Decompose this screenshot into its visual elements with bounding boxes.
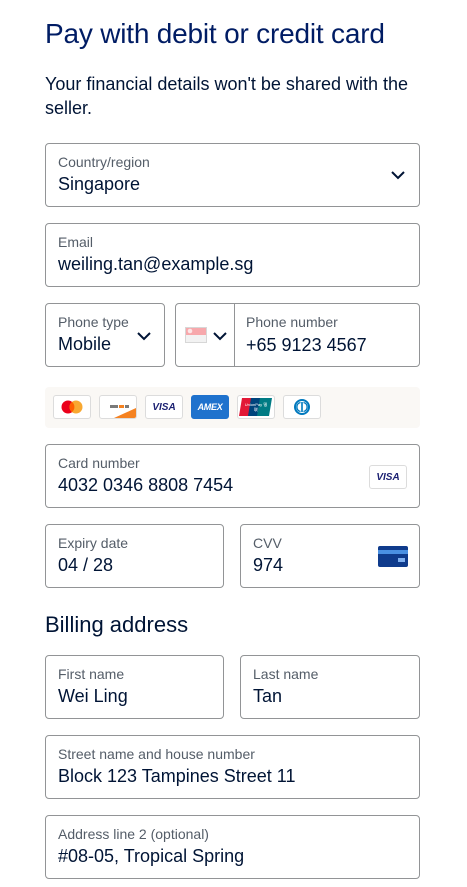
- card-number-label: Card number: [58, 455, 140, 471]
- cvv-label: CVV: [253, 535, 282, 551]
- first-name-value: Wei Ling: [58, 686, 128, 706]
- country-select[interactable]: Country/region Singapore: [45, 143, 420, 207]
- phone-number-group: Phone number +65 9123 4567: [175, 303, 420, 367]
- card-number-field[interactable]: Card number 4032 0346 8808 7454 VISA: [45, 444, 420, 508]
- card-number-value: 4032 0346 8808 7454: [58, 475, 234, 495]
- address-line-2-label: Address line 2 (optional): [58, 826, 209, 842]
- phone-number-label: Phone number: [246, 314, 338, 330]
- accepted-cards: VISA AMEX UnionPay 银联: [45, 387, 420, 428]
- credit-card-back-icon: [378, 546, 408, 567]
- last-name-label: Last name: [253, 666, 319, 682]
- phone-number-value: +65 9123 4567: [246, 335, 367, 355]
- last-name-value: Tan: [253, 686, 283, 706]
- phone-type-label: Phone type: [58, 314, 129, 330]
- expiry-value: 04 / 28: [58, 555, 114, 575]
- cvv-field[interactable]: CVV 974: [240, 524, 420, 588]
- country-value: Singapore: [58, 174, 141, 194]
- first-name-field[interactable]: First name Wei Ling: [45, 655, 224, 719]
- billing-address-heading: Billing address: [45, 612, 189, 637]
- address-line-2-field[interactable]: Address line 2 (optional) #08-05, Tropic…: [45, 815, 420, 879]
- street-address-field[interactable]: Street name and house number Block 123 T…: [45, 735, 420, 799]
- email-value: weiling.tan@example.sg: [58, 254, 254, 274]
- phone-type-value: Mobile: [58, 334, 112, 354]
- page-title: Pay with debit or credit card: [45, 18, 385, 49]
- singapore-flag-icon: [185, 327, 207, 343]
- discover-card-icon: [99, 395, 137, 419]
- mastercard-icon: [53, 395, 91, 419]
- street-address-label: Street name and house number: [58, 746, 255, 762]
- email-field[interactable]: Email weiling.tan@example.sg: [45, 223, 420, 287]
- phone-country-select[interactable]: [176, 304, 235, 366]
- diners-club-icon: [283, 395, 321, 419]
- street-address-value: Block 123 Tampines Street 11: [58, 766, 296, 786]
- amex-icon: AMEX: [191, 395, 229, 419]
- chevron-down-icon: [137, 332, 151, 341]
- chevron-down-icon: [213, 332, 227, 341]
- visa-icon: VISA: [145, 395, 183, 419]
- chevron-down-icon: [391, 171, 405, 180]
- cvv-value: 974: [253, 555, 284, 575]
- expiry-date-field[interactable]: Expiry date 04 / 28: [45, 524, 224, 588]
- email-label: Email: [58, 234, 94, 250]
- last-name-field[interactable]: Last name Tan: [240, 655, 420, 719]
- phone-number-field[interactable]: Phone number +65 9123 4567: [235, 304, 419, 366]
- expiry-label: Expiry date: [58, 535, 129, 551]
- page-subtitle: Your financial details won't be shared w…: [45, 74, 408, 118]
- visa-icon: VISA: [369, 465, 407, 489]
- country-label: Country/region: [58, 154, 150, 170]
- first-name-label: First name: [58, 666, 125, 682]
- phone-type-select[interactable]: Phone type Mobile: [45, 303, 165, 367]
- unionpay-icon: UnionPay 银联: [237, 395, 275, 419]
- address-line-2-value: #08-05, Tropical Spring: [58, 846, 245, 866]
